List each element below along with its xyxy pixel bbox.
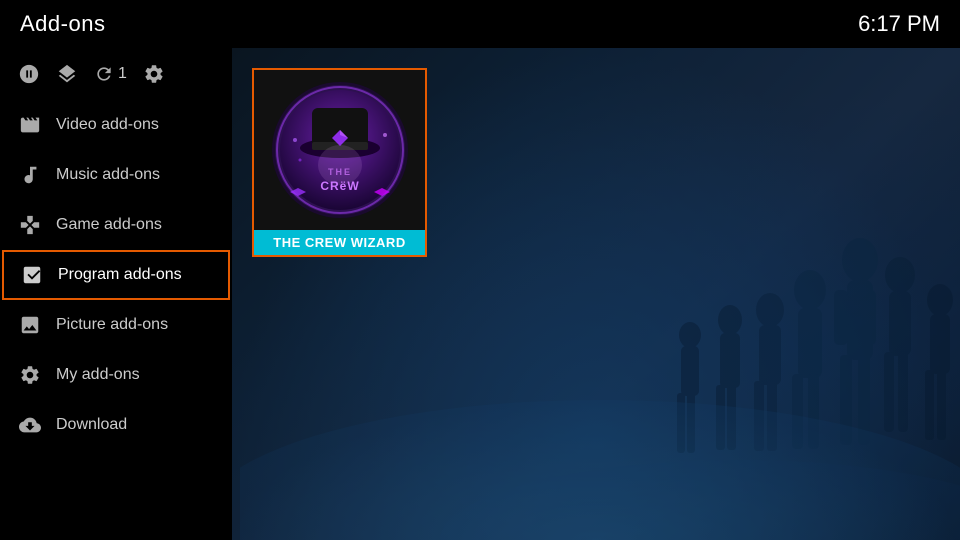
video-addons-label: Video add-ons — [56, 116, 159, 134]
program-addons-label: Program add-ons — [58, 266, 182, 284]
sidebar: 1 Video add-ons Music add-ons — [0, 48, 232, 540]
addon-grid: THE CRёW THE CREW WIZARD — [232, 48, 960, 540]
refresh-count: 1 — [118, 65, 127, 83]
sidebar-nav: Video add-ons Music add-ons Game add-ons… — [0, 100, 232, 540]
program-icon — [20, 263, 44, 287]
content-area: THE CRёW THE CREW WIZARD — [232, 48, 960, 540]
svg-text:CRёW: CRёW — [320, 179, 359, 193]
page-title: Add-ons — [20, 11, 105, 37]
main-layout: 1 Video add-ons Music add-ons — [0, 48, 960, 540]
addon-thumbnail: THE CRёW — [254, 70, 425, 230]
sidebar-item-game-addons[interactable]: Game add-ons — [0, 200, 232, 250]
game-icon — [18, 213, 42, 237]
video-icon — [18, 113, 42, 137]
header: Add-ons 6:17 PM — [0, 0, 960, 48]
svg-text:THE: THE — [328, 167, 352, 177]
download-icon — [18, 413, 42, 437]
sidebar-item-music-addons[interactable]: Music add-ons — [0, 150, 232, 200]
download-label: Download — [56, 416, 127, 434]
sidebar-item-program-addons[interactable]: Program add-ons — [2, 250, 230, 300]
clock: 6:17 PM — [858, 11, 940, 37]
sidebar-item-video-addons[interactable]: Video add-ons — [0, 100, 232, 150]
crew-logo-svg: THE CRёW — [270, 80, 410, 220]
sidebar-item-my-addons[interactable]: My add-ons — [0, 350, 232, 400]
layers-icon[interactable] — [56, 63, 78, 85]
addon-card-crew-wizard[interactable]: THE CRёW THE CREW WIZARD — [252, 68, 427, 257]
my-addons-icon — [18, 363, 42, 387]
addon-manager-icon[interactable] — [18, 63, 40, 85]
sidebar-toolbar: 1 — [0, 48, 232, 100]
picture-icon — [18, 313, 42, 337]
sidebar-item-download[interactable]: Download — [0, 400, 232, 450]
addon-label-crew-wizard: THE CREW WIZARD — [254, 230, 425, 255]
picture-addons-label: Picture add-ons — [56, 316, 168, 334]
refresh-with-badge[interactable]: 1 — [94, 64, 127, 84]
game-addons-label: Game add-ons — [56, 216, 162, 234]
sidebar-item-picture-addons[interactable]: Picture add-ons — [0, 300, 232, 350]
music-addons-label: Music add-ons — [56, 166, 160, 184]
settings-icon[interactable] — [143, 63, 165, 85]
music-icon — [18, 163, 42, 187]
my-addons-label: My add-ons — [56, 366, 140, 384]
